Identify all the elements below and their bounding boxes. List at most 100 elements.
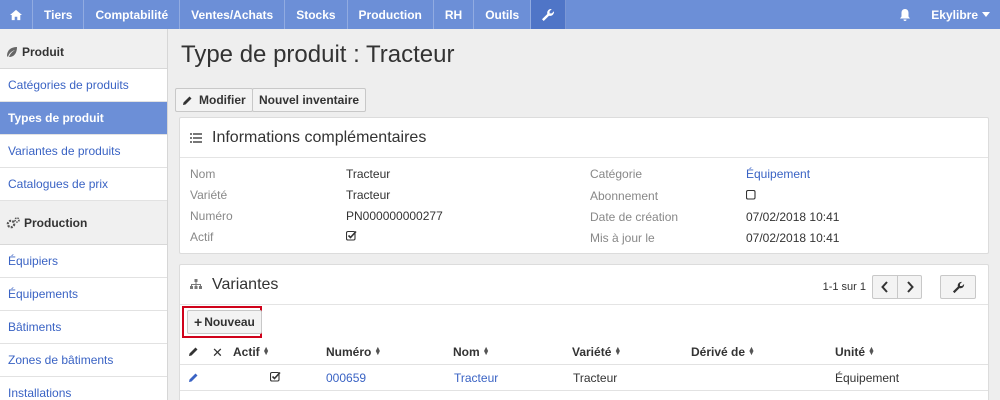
nav-comptabilite[interactable]: Comptabilité xyxy=(84,0,181,29)
list-icon xyxy=(190,132,202,143)
info-label-numero: Numéro xyxy=(190,209,233,223)
sort-icon: ▲ ▼ xyxy=(374,346,382,357)
table-settings-button[interactable] xyxy=(940,275,976,299)
row-numero-link[interactable]: 000659 xyxy=(326,371,366,385)
checked-checkbox-icon xyxy=(269,371,281,385)
sidebar-section-label: Production xyxy=(24,215,88,230)
next-page-button[interactable] xyxy=(897,276,921,298)
leaf-icon xyxy=(6,46,18,58)
nav-stocks[interactable]: Stocks xyxy=(285,0,348,29)
user-name: Ekylibre xyxy=(931,7,978,22)
info-panel-title: Informations complémentaires xyxy=(212,128,427,146)
sidebar-item-installations[interactable]: Installations xyxy=(0,377,167,400)
delete-column-icon: ✕ xyxy=(212,345,223,360)
user-menu[interactable]: Ekylibre xyxy=(923,0,1000,29)
nav-settings[interactable] xyxy=(531,0,567,29)
pagination-buttons xyxy=(872,275,922,299)
sidebar-item-categories[interactable]: Catégories de produits xyxy=(0,69,167,102)
pencil-icon xyxy=(189,373,198,382)
column-header-variete[interactable]: Variété ▲ ▼ xyxy=(572,345,621,359)
info-value-nom: Tracteur xyxy=(346,167,391,181)
edit-row-button[interactable] xyxy=(188,372,199,386)
info-panel-header: Informations complémentaires xyxy=(180,118,988,158)
chevron-left-icon xyxy=(881,281,888,293)
column-header-derive[interactable]: Dérivé de ▲ ▼ xyxy=(691,345,755,359)
row-unite: Équipement xyxy=(835,371,900,385)
column-header-unite[interactable]: Unité ▲ ▼ xyxy=(835,345,875,359)
nav-ventes-achats[interactable]: Ventes/Achats xyxy=(180,0,286,29)
new-inventory-button[interactable]: Nouvel inventaire xyxy=(252,88,367,112)
home-icon xyxy=(10,9,22,20)
top-navbar: Tiers Comptabilité Ventes/Achats Stocks … xyxy=(0,0,1000,29)
info-label-categorie: Catégorie xyxy=(590,167,643,181)
sidebar-section-production: Production xyxy=(0,201,167,245)
pagination-label: 1-1 sur 1 xyxy=(822,281,866,293)
pagination: 1-1 sur 1 xyxy=(823,275,922,299)
sort-icon: ▲ ▼ xyxy=(868,346,875,357)
sidebar-item-equipements[interactable]: Équipements xyxy=(0,278,167,311)
home-button[interactable] xyxy=(0,0,33,29)
cogs-icon xyxy=(6,216,20,229)
pencil-icon xyxy=(182,95,193,106)
bell-icon xyxy=(900,8,911,21)
chevron-right-icon xyxy=(906,281,914,293)
caret-down-icon xyxy=(982,12,990,17)
page-title: Type de produit : Tracteur xyxy=(181,41,455,68)
variants-panel-title: Variantes xyxy=(212,275,279,293)
column-label: Dérivé de xyxy=(691,345,746,359)
nav-rh[interactable]: RH xyxy=(434,0,475,29)
info-panel: Informations complémentaires Nom Tracteu… xyxy=(179,117,989,254)
info-label-actif: Actif xyxy=(190,230,214,244)
sidebar-section-label: Produit xyxy=(22,44,64,59)
column-label: Actif xyxy=(233,345,260,359)
variants-panel: Variantes 1-1 sur 1 + Nouveau ✕ Actif ▲ … xyxy=(179,264,989,400)
new-inventory-label: Nouvel inventaire xyxy=(259,93,360,107)
edit-button[interactable]: Modifier xyxy=(175,88,253,112)
sidebar-item-batiments[interactable]: Bâtiments xyxy=(0,311,167,344)
new-variant-button[interactable]: + Nouveau xyxy=(187,310,262,334)
nav-outils[interactable]: Outils xyxy=(474,0,532,29)
sitemap-icon xyxy=(190,279,202,290)
unchecked-checkbox-icon xyxy=(745,189,756,203)
nav-tiers[interactable]: Tiers xyxy=(33,0,85,29)
row-nom-link[interactable]: Tracteur xyxy=(454,371,498,385)
info-value-numero: PN000000000277 xyxy=(346,209,443,223)
edit-column-icon xyxy=(188,346,199,357)
info-label-maj: Mis à jour le xyxy=(590,231,655,245)
nav-production[interactable]: Production xyxy=(348,0,434,29)
row-variete: Tracteur xyxy=(573,371,618,385)
column-label: Numéro xyxy=(326,345,372,359)
checked-checkbox-icon xyxy=(345,230,357,244)
sidebar-item-equipiers[interactable]: Équipiers xyxy=(0,245,167,278)
sidebar-section-produit: Produit xyxy=(0,35,167,69)
column-label: Unité xyxy=(835,345,865,359)
sort-icon: ▲ ▼ xyxy=(614,346,622,357)
notifications-button[interactable] xyxy=(887,0,923,29)
plus-icon: + xyxy=(194,314,203,330)
sidebar-item-types[interactable]: Types de produit xyxy=(0,102,167,135)
sort-icon: ▲ ▼ xyxy=(482,346,490,357)
info-label-abonnement: Abonnement xyxy=(590,189,659,203)
table-header-divider xyxy=(180,364,988,365)
edit-button-label: Modifier xyxy=(199,93,246,107)
main-content: Type de produit : Tracteur Modifier Nouv… xyxy=(169,29,1000,400)
sidebar-item-zones[interactable]: Zones de bâtiments xyxy=(0,344,167,377)
info-link-categorie[interactable]: Équipement xyxy=(746,167,810,181)
new-variant-label: Nouveau xyxy=(204,315,255,329)
info-value-creation: 07/02/2018 10:41 xyxy=(746,210,840,224)
info-label-creation: Date de création xyxy=(590,210,679,224)
info-label-nom: Nom xyxy=(190,167,216,181)
sidebar-item-catalogues[interactable]: Catalogues de prix xyxy=(0,168,167,201)
column-header-actif[interactable]: Actif ▲ ▼ xyxy=(233,345,270,359)
wrench-icon xyxy=(542,8,555,21)
column-header-numero[interactable]: Numéro ▲ ▼ xyxy=(326,345,381,359)
column-header-nom[interactable]: Nom ▲ ▼ xyxy=(453,345,490,359)
sort-icon: ▲ ▼ xyxy=(748,346,755,357)
sort-icon: ▲ ▼ xyxy=(262,346,270,357)
info-value-variete: Tracteur xyxy=(346,188,391,202)
wrench-icon xyxy=(952,281,964,293)
previous-page-button[interactable] xyxy=(873,276,897,298)
sidebar-item-variantes[interactable]: Variantes de produits xyxy=(0,135,167,168)
info-value-maj: 07/02/2018 10:41 xyxy=(746,231,840,245)
table-row-divider xyxy=(180,390,988,391)
